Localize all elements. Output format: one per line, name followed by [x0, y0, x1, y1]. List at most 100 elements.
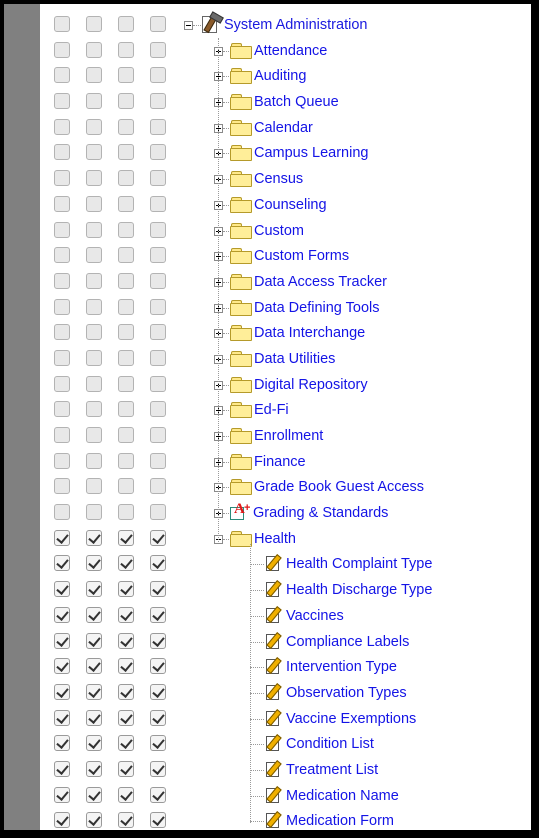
checkbox-delete[interactable]: [150, 170, 166, 187]
checkbox-read[interactable]: [54, 272, 70, 289]
checkbox-read[interactable]: [54, 427, 70, 443]
checkbox-delete[interactable]: [150, 786, 166, 803]
checkbox-write[interactable]: [86, 504, 102, 521]
checkbox-add[interactable]: [118, 247, 134, 264]
tree-item-label[interactable]: System Administration: [224, 16, 367, 34]
tree-item-label[interactable]: Condition List: [286, 735, 374, 753]
checkbox-read[interactable]: [54, 735, 70, 752]
checkbox-write[interactable]: [86, 683, 102, 700]
checkbox-add[interactable]: [118, 735, 134, 752]
checkbox-delete[interactable]: [150, 427, 166, 443]
checkbox-delete[interactable]: [150, 478, 166, 495]
checkbox-delete[interactable]: [150, 324, 166, 341]
checkbox-write[interactable]: [86, 298, 102, 315]
tree-item-label[interactable]: Enrollment: [254, 427, 323, 445]
checkbox-read[interactable]: [54, 41, 70, 58]
tree-item-label[interactable]: Data Access Tracker: [254, 273, 387, 291]
checkbox-add[interactable]: [118, 349, 134, 366]
checkbox-delete[interactable]: [150, 375, 166, 392]
checkbox-write[interactable]: [86, 247, 102, 264]
checkbox-write[interactable]: [86, 272, 102, 289]
checkbox-delete[interactable]: [150, 529, 166, 546]
checkbox-read[interactable]: [54, 93, 70, 110]
checkbox-write[interactable]: [86, 93, 102, 110]
checkbox-write[interactable]: [86, 324, 102, 341]
checkbox-add[interactable]: [118, 272, 134, 289]
checkbox-add[interactable]: [118, 67, 134, 84]
checkbox-read[interactable]: [54, 195, 70, 212]
tree-item-label[interactable]: Medication Name: [286, 787, 399, 805]
checkbox-delete[interactable]: [150, 16, 166, 32]
checkbox-delete[interactable]: [150, 67, 166, 84]
tree-item-label[interactable]: Health Complaint Type: [286, 555, 432, 573]
checkbox-read[interactable]: [54, 709, 70, 726]
tree-item-label[interactable]: Health: [254, 530, 296, 548]
checkbox-write[interactable]: [86, 427, 102, 443]
checkbox-read[interactable]: [54, 632, 70, 649]
checkbox-delete[interactable]: [150, 298, 166, 315]
checkbox-delete[interactable]: [150, 709, 166, 726]
checkbox-delete[interactable]: [150, 144, 166, 161]
checkbox-delete[interactable]: [150, 504, 166, 521]
checkbox-add[interactable]: [118, 401, 134, 418]
checkbox-write[interactable]: [86, 375, 102, 392]
checkbox-read[interactable]: [54, 581, 70, 598]
tree-item-label[interactable]: Data Utilities: [254, 350, 335, 368]
checkbox-read[interactable]: [54, 298, 70, 315]
checkbox-add[interactable]: [118, 555, 134, 572]
checkbox-read[interactable]: [54, 118, 70, 135]
checkbox-write[interactable]: [86, 170, 102, 187]
checkbox-add[interactable]: [118, 16, 134, 32]
checkbox-read[interactable]: [54, 786, 70, 803]
checkbox-add[interactable]: [118, 632, 134, 649]
tree-item-label[interactable]: Campus Learning: [254, 144, 368, 162]
tree-item-label[interactable]: Counseling: [254, 196, 327, 214]
checkbox-delete[interactable]: [150, 683, 166, 700]
checkbox-add[interactable]: [118, 452, 134, 469]
tree-item-label[interactable]: Compliance Labels: [286, 633, 409, 651]
checkbox-add[interactable]: [118, 427, 134, 443]
checkbox-read[interactable]: [54, 504, 70, 521]
checkbox-read[interactable]: [54, 349, 70, 366]
checkbox-read[interactable]: [54, 375, 70, 392]
checkbox-read[interactable]: [54, 760, 70, 777]
checkbox-read[interactable]: [54, 170, 70, 187]
checkbox-add[interactable]: [118, 786, 134, 803]
checkbox-add[interactable]: [118, 812, 134, 829]
checkbox-write[interactable]: [86, 786, 102, 803]
checkbox-read[interactable]: [54, 452, 70, 469]
tree-item-label[interactable]: Treatment List: [286, 761, 378, 779]
checkbox-add[interactable]: [118, 504, 134, 521]
checkbox-write[interactable]: [86, 709, 102, 726]
tree-item-label[interactable]: Data Interchange: [254, 324, 365, 342]
checkbox-write[interactable]: [86, 41, 102, 58]
checkbox-delete[interactable]: [150, 606, 166, 623]
checkbox-delete[interactable]: [150, 812, 166, 829]
checkbox-read[interactable]: [54, 221, 70, 238]
checkbox-write[interactable]: [86, 632, 102, 649]
checkbox-read[interactable]: [54, 606, 70, 623]
tree-item-label[interactable]: Digital Repository: [254, 376, 368, 394]
checkbox-delete[interactable]: [150, 349, 166, 366]
checkbox-add[interactable]: [118, 581, 134, 598]
checkbox-add[interactable]: [118, 606, 134, 623]
checkbox-write[interactable]: [86, 735, 102, 752]
checkbox-delete[interactable]: [150, 632, 166, 649]
checkbox-write[interactable]: [86, 555, 102, 572]
checkbox-delete[interactable]: [150, 760, 166, 777]
tree-item-label[interactable]: Observation Types: [286, 684, 407, 702]
checkbox-write[interactable]: [86, 401, 102, 418]
tree-item-label[interactable]: Census: [254, 170, 303, 188]
checkbox-add[interactable]: [118, 683, 134, 700]
checkbox-read[interactable]: [54, 67, 70, 84]
checkbox-add[interactable]: [118, 170, 134, 187]
checkbox-add[interactable]: [118, 324, 134, 341]
collapse-icon[interactable]: [184, 21, 193, 30]
checkbox-add[interactable]: [118, 144, 134, 161]
tree-item-label[interactable]: Attendance: [254, 42, 327, 60]
checkbox-read[interactable]: [54, 144, 70, 161]
checkbox-delete[interactable]: [150, 41, 166, 58]
tree-item-label[interactable]: Ed-Fi: [254, 401, 289, 419]
checkbox-read[interactable]: [54, 658, 70, 675]
checkbox-write[interactable]: [86, 349, 102, 366]
